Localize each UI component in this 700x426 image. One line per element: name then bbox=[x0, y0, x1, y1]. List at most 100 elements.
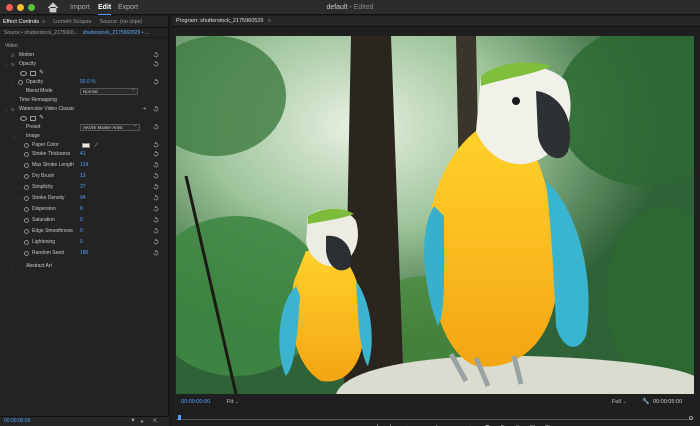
expand-chevron-icon[interactable]: › bbox=[12, 78, 13, 87]
paper-color-swatch[interactable] bbox=[82, 143, 90, 148]
expand-chevron-icon[interactable]: › bbox=[18, 150, 19, 159]
reset-icon[interactable] bbox=[153, 142, 159, 148]
play-audio-icon[interactable]: ▸ bbox=[141, 418, 144, 425]
pen-icon[interactable]: ✎ bbox=[39, 114, 44, 123]
reset-icon[interactable] bbox=[153, 250, 159, 256]
image-row[interactable]: ⌄ Image bbox=[0, 132, 169, 141]
fx-icon[interactable]: fx bbox=[11, 105, 15, 114]
param-value[interactable]: 8 bbox=[80, 205, 83, 214]
reset-icon[interactable] bbox=[153, 217, 159, 223]
expand-chevron-icon[interactable]: › bbox=[18, 172, 19, 181]
collapse-chevron-icon[interactable]: ⌄ bbox=[12, 132, 15, 141]
opacity-param-row[interactable]: › Opacity 90.0 % bbox=[0, 78, 169, 87]
reset-icon[interactable] bbox=[153, 61, 159, 67]
param-value[interactable]: 0 bbox=[80, 238, 83, 247]
reset-icon[interactable] bbox=[153, 195, 159, 201]
minimize-window-button[interactable] bbox=[17, 4, 24, 11]
reset-icon[interactable] bbox=[153, 206, 159, 212]
reset-icon[interactable] bbox=[153, 228, 159, 234]
reset-icon[interactable] bbox=[153, 239, 159, 245]
param-value[interactable]: 41 bbox=[80, 150, 86, 159]
zoom-fit-dropdown[interactable]: Fit bbox=[227, 399, 239, 405]
playhead-marker[interactable] bbox=[178, 415, 181, 420]
expand-chevron-icon[interactable]: › bbox=[18, 249, 19, 258]
ellipse-mask-icon[interactable] bbox=[20, 70, 27, 76]
expand-chevron-icon[interactable]: › bbox=[18, 227, 19, 236]
param-value[interactable]: 124 bbox=[80, 161, 88, 170]
expand-chevron-icon[interactable]: › bbox=[18, 161, 19, 170]
effect-controls-timecode[interactable]: 00:00:00:00 bbox=[4, 418, 30, 424]
param-value[interactable]: 37 bbox=[80, 183, 86, 192]
stopwatch-icon[interactable] bbox=[24, 218, 29, 223]
panel-menu-icon[interactable]: ≡ bbox=[267, 18, 270, 24]
ellipse-mask-icon[interactable] bbox=[20, 115, 27, 121]
reset-icon[interactable] bbox=[153, 184, 159, 190]
source-label[interactable]: Source • shutterstock_2175960... bbox=[4, 30, 78, 36]
time-remapping-row[interactable]: › Time Remapping bbox=[0, 96, 169, 105]
filter-icon[interactable]: ▼ bbox=[130, 418, 136, 424]
watercolor-row[interactable]: ⌄ fx Watercolor Video Classic ⇥ bbox=[0, 105, 169, 114]
expand-chevron-icon[interactable]: › bbox=[12, 123, 13, 132]
fx-icon[interactable]: fx bbox=[11, 51, 15, 60]
out-point-handle[interactable] bbox=[689, 416, 693, 420]
stopwatch-icon[interactable] bbox=[24, 196, 29, 201]
expand-chevron-icon[interactable]: › bbox=[18, 194, 19, 203]
tab-effect-controls[interactable]: Effect Controls ≡ bbox=[3, 16, 45, 28]
collapse-chevron-icon[interactable]: ⌄ bbox=[5, 105, 8, 114]
rectangle-mask-icon[interactable] bbox=[30, 70, 36, 76]
reset-icon[interactable] bbox=[153, 162, 159, 168]
tab-import[interactable]: Import bbox=[70, 2, 90, 13]
collapse-chevron-icon[interactable]: ⌄ bbox=[5, 60, 8, 69]
stopwatch-icon[interactable] bbox=[24, 174, 29, 179]
effect-settings-icon[interactable]: ⇥ bbox=[142, 105, 146, 114]
reset-icon[interactable] bbox=[153, 124, 159, 130]
reset-icon[interactable] bbox=[153, 106, 159, 112]
preset-dropdown[interactable]: AKVIS Master Artist bbox=[80, 123, 140, 131]
abstract-art-row[interactable]: › Abstract Art bbox=[0, 262, 169, 271]
tab-lumetri-scopes[interactable]: Lumetri Scopes bbox=[53, 16, 91, 28]
program-monitor-tab[interactable]: Program: shutterstock_2175960529 ≡ bbox=[176, 16, 271, 27]
expand-chevron-icon[interactable]: › bbox=[12, 262, 13, 271]
timeline-scrubber[interactable] bbox=[176, 415, 693, 421]
expand-chevron-icon[interactable]: › bbox=[5, 51, 6, 60]
expand-chevron-icon[interactable]: › bbox=[18, 205, 19, 214]
param-value[interactable]: 180 bbox=[80, 249, 88, 258]
param-value[interactable]: 0 bbox=[80, 216, 83, 225]
expand-chevron-icon[interactable]: › bbox=[18, 238, 19, 247]
export-icon[interactable]: ⇱ bbox=[153, 418, 158, 425]
param-value[interactable]: 13 bbox=[80, 172, 86, 181]
blend-mode-dropdown[interactable]: Normal bbox=[80, 87, 138, 95]
reset-icon[interactable] bbox=[153, 79, 159, 85]
home-icon[interactable] bbox=[47, 2, 59, 13]
stopwatch-icon[interactable] bbox=[24, 185, 29, 190]
stopwatch-icon[interactable] bbox=[24, 251, 29, 256]
stopwatch-icon[interactable] bbox=[24, 229, 29, 234]
stopwatch-icon[interactable] bbox=[24, 240, 29, 245]
zoom-window-button[interactable] bbox=[28, 4, 35, 11]
reset-icon[interactable] bbox=[153, 173, 159, 179]
reset-icon[interactable] bbox=[153, 52, 159, 58]
tab-export[interactable]: Export bbox=[118, 2, 138, 13]
stopwatch-icon[interactable] bbox=[24, 207, 29, 212]
fx-icon[interactable]: fx bbox=[11, 60, 15, 69]
param-value[interactable]: 94 bbox=[80, 194, 86, 203]
pen-icon[interactable]: ✎ bbox=[39, 69, 44, 78]
scrubber-track[interactable] bbox=[176, 419, 693, 420]
expand-chevron-icon[interactable]: › bbox=[5, 96, 6, 105]
tab-source[interactable]: Source: (no clips) bbox=[99, 16, 142, 28]
resolution-dropdown[interactable]: Full bbox=[612, 399, 627, 405]
rectangle-mask-icon[interactable] bbox=[30, 115, 36, 121]
wrench-icon[interactable]: 🔧 bbox=[642, 398, 649, 405]
opacity-row[interactable]: ⌄ fx Opacity bbox=[0, 60, 169, 69]
stopwatch-icon[interactable] bbox=[24, 143, 29, 148]
panel-menu-icon[interactable]: ≡ bbox=[42, 19, 45, 25]
playhead-timecode[interactable]: 00:00:00:00 bbox=[181, 399, 210, 405]
stopwatch-icon[interactable] bbox=[24, 163, 29, 168]
tab-edit[interactable]: Edit bbox=[98, 2, 112, 15]
param-value[interactable]: 0 bbox=[80, 227, 83, 236]
video-preview[interactable] bbox=[176, 36, 694, 394]
expand-chevron-icon[interactable]: › bbox=[18, 216, 19, 225]
opacity-value[interactable]: 90.0 % bbox=[80, 78, 96, 87]
stopwatch-icon[interactable] bbox=[24, 152, 29, 157]
motion-row[interactable]: › fx Motion bbox=[0, 51, 169, 60]
